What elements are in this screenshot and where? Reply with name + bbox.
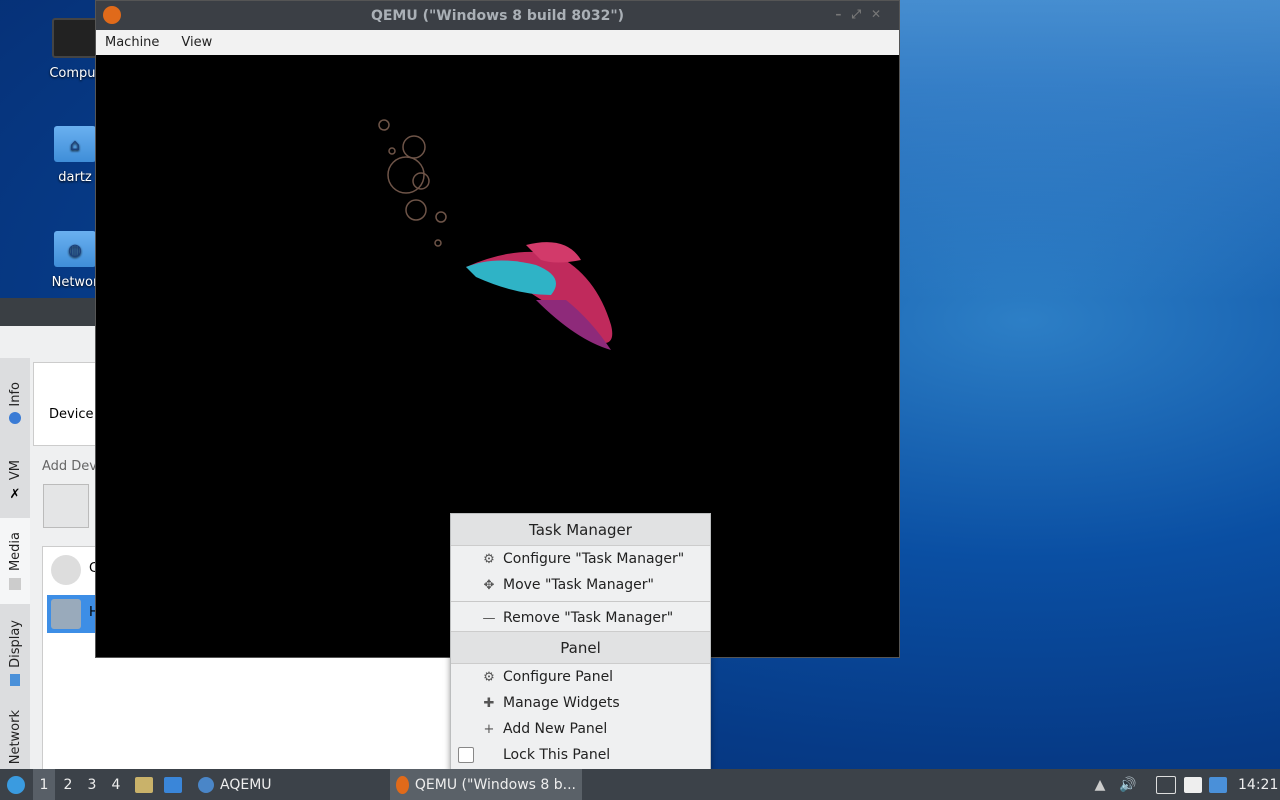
lxqt-logo-icon — [7, 775, 25, 794]
clipboard-icon — [1184, 776, 1202, 793]
info-icon — [9, 412, 21, 425]
window-controls[interactable]: –⤢✕ — [835, 7, 891, 22]
qemu-logo-icon — [103, 6, 121, 24]
puzzle-icon: ✚ — [483, 695, 495, 711]
network-button[interactable] — [1155, 769, 1177, 800]
tab-display[interactable]: Display — [0, 608, 30, 698]
minus-icon: — — [482, 610, 496, 626]
devices-label: Device — [49, 407, 94, 422]
clipboard-button[interactable] — [1183, 769, 1203, 800]
menu-separator — [451, 601, 710, 602]
menu-header-task-manager: Task Manager — [451, 514, 710, 546]
gear-icon: ⚙ — [483, 669, 495, 685]
desktop-icon — [164, 776, 182, 793]
tab-vm[interactable]: VM ✗ — [0, 446, 30, 516]
cdrom-icon — [51, 555, 81, 585]
file-manager-icon — [135, 776, 153, 793]
gear-icon: ⚙ — [483, 551, 495, 567]
move-icon: ✥ — [483, 577, 495, 593]
qemu-icon — [396, 775, 409, 794]
menu-item-configure-task-manager[interactable]: ⚙ Configure "Task Manager" — [451, 546, 710, 572]
harddisk-icon — [51, 599, 81, 629]
desktop-switch-4[interactable]: 4 — [105, 769, 127, 800]
wallpaper-highlight — [900, 0, 1280, 300]
taskbar: 1 2 3 4 AQEMU QEMU ("Windows 8 b... ▲ 🔊 … — [0, 769, 1280, 800]
window-title: QEMU ("Windows 8 build 8032") — [370, 7, 625, 24]
menu-item-lock-panel[interactable]: Lock This Panel — [451, 742, 710, 768]
menu-item-move-task-manager[interactable]: ✥ Move "Task Manager" — [451, 572, 710, 598]
qemu-titlebar[interactable]: QEMU ("Windows 8 build 8032") –⤢✕ — [96, 1, 899, 30]
desktop-switch-1[interactable]: 1 — [33, 769, 55, 800]
task-aqemu[interactable]: AQEMU — [194, 769, 276, 800]
chevron-up-icon: ▲ — [1094, 776, 1106, 793]
aqemu-icon — [198, 776, 214, 793]
media-icon — [9, 577, 21, 590]
home-folder-icon: ⌂ — [54, 126, 96, 162]
menu-item-add-new-panel[interactable]: + Add New Panel — [451, 716, 710, 742]
display-icon — [10, 673, 20, 686]
aqemu-side-tabs: Info VM ✗ Media Display Network — [0, 358, 30, 770]
file-manager-launcher[interactable] — [134, 769, 154, 800]
volume-icon: 🔊 — [1119, 776, 1137, 793]
menu-view[interactable]: View — [181, 35, 212, 50]
panel-context-menu: Task Manager ⚙ Configure "Task Manager" … — [450, 513, 711, 771]
desktop-switch-2[interactable]: 2 — [57, 769, 79, 800]
computer-icon — [52, 18, 98, 58]
menu-machine[interactable]: Machine — [105, 35, 159, 50]
notification-icon — [1209, 776, 1227, 793]
menu-item-remove-task-manager[interactable]: — Remove "Task Manager" — [451, 605, 710, 631]
start-menu-button[interactable] — [4, 769, 28, 800]
tab-info[interactable]: Info — [0, 368, 30, 438]
menu-item-manage-widgets[interactable]: ✚ Manage Widgets — [451, 690, 710, 716]
desktop-switch-3[interactable]: 3 — [81, 769, 103, 800]
menu-header-panel: Panel — [451, 631, 710, 664]
tray-expand-button[interactable]: ▲ — [1091, 769, 1109, 800]
lock-panel-checkbox[interactable] — [458, 747, 474, 763]
network-icon — [1156, 775, 1176, 794]
tab-media[interactable]: Media — [0, 518, 30, 604]
floppy-icon[interactable] — [43, 484, 89, 528]
qemu-menubar: Machine View — [96, 30, 899, 55]
show-desktop-launcher[interactable] — [162, 769, 184, 800]
volume-button[interactable]: 🔊 — [1118, 769, 1138, 800]
menu-item-configure-panel[interactable]: ⚙ Configure Panel — [451, 664, 710, 690]
task-qemu[interactable]: QEMU ("Windows 8 b... — [390, 769, 582, 800]
clock[interactable]: 14:21 — [1238, 769, 1278, 800]
tools-icon: ✗ — [9, 486, 21, 502]
notification-button[interactable] — [1208, 769, 1228, 800]
tab-network[interactable]: Network — [0, 704, 30, 770]
network-folder-icon: ◍ — [54, 231, 96, 267]
plus-icon: + — [483, 721, 495, 737]
add-device-label: Add Dev — [42, 459, 98, 474]
